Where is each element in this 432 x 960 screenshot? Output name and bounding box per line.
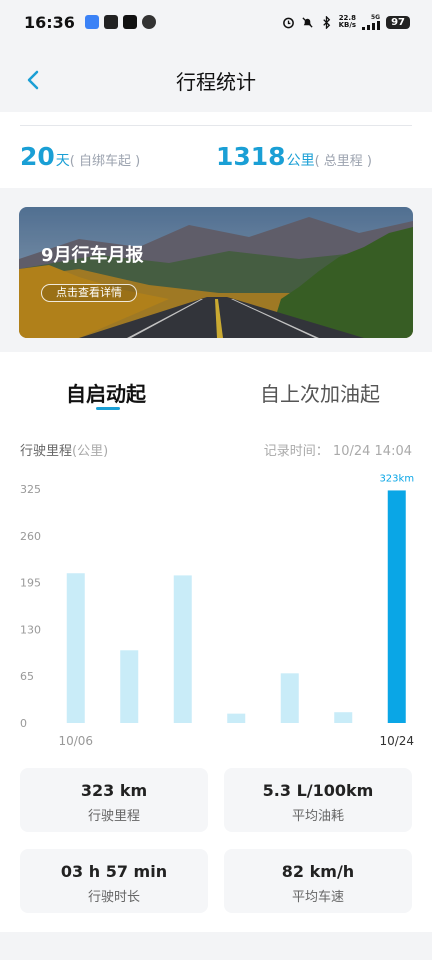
mileage-bar-chart: 0 65 130 195 260 325 323km 10/06 10/24 (20, 473, 414, 748)
metric-card-duration: 03 h 57 min 行驶时长 (20, 849, 208, 913)
battery-indicator: 97 (386, 15, 410, 29)
notes-app-icon (84, 15, 99, 29)
status-right: 22.8 KB/s 5G 97 (282, 14, 410, 30)
distance-note: ( 总里程 ) (314, 154, 373, 169)
bluetooth-icon (322, 15, 330, 29)
gallery-app-icon (103, 15, 118, 29)
distance-unit: 公里 (286, 153, 315, 169)
bar (227, 713, 246, 723)
y-tick-label: 325 (20, 483, 41, 496)
chart-card: 自启动起 自上次加油起 行驶里程(公里) 记录时间： 10/24 14:04 0… (0, 352, 432, 932)
bar (173, 575, 192, 723)
metric-card-fuel: 5.3 L/100km 平均油耗 (224, 768, 412, 832)
page-header: 行程统计 (0, 50, 432, 110)
tiktok-app-icon (122, 15, 137, 29)
divider (20, 125, 412, 126)
status-time: 16:36 (24, 12, 75, 32)
data-label: 323km (379, 473, 414, 484)
signal-group: 5G (362, 14, 381, 30)
chart-label-text: 行驶里程 (20, 444, 73, 459)
chart-unit-note: (公里) (72, 444, 109, 459)
y-tick-label: 0 (20, 717, 27, 730)
bar (120, 650, 139, 723)
page-title: 行程统计 (176, 69, 256, 94)
metric-distance-value: 323 km (80, 781, 148, 800)
mute-bell-icon (301, 16, 313, 28)
days-note: ( 自绑车起 ) (69, 154, 141, 169)
tab-since-refuel[interactable]: 自上次加油起 (260, 378, 380, 407)
x-tick-label: 10/06 (58, 734, 93, 748)
y-tick-label: 130 (20, 623, 41, 636)
view-details-button[interactable]: 点击查看详情 (41, 284, 137, 302)
wechat-app-icon (141, 15, 156, 29)
status-app-icons (84, 15, 156, 29)
metric-duration-value: 03 h 57 min (60, 862, 168, 881)
metric-duration-label: 行驶时长 (87, 890, 140, 905)
network-speed: 22.8 KB/s (338, 14, 357, 29)
y-tick-label: 260 (20, 530, 41, 543)
summary-card: 20 天 ( 自绑车起 ) 1318 公里 ( 总里程 ) (0, 112, 432, 188)
metric-speed-value: 82 km/h (281, 862, 355, 881)
bar (334, 712, 353, 723)
bar-highlight (387, 490, 406, 723)
metric-card-speed: 82 km/h 平均车速 (224, 849, 412, 913)
metric-distance-label: 行驶里程 (87, 809, 140, 824)
banner-title: 9月行车月报 (41, 245, 144, 266)
days-value: 20 (20, 142, 55, 171)
x-tick-label: 10/24 (379, 734, 414, 748)
alarm-icon (282, 17, 294, 28)
banner-landscape-image (19, 207, 413, 338)
tab-since-start[interactable]: 自启动起 (66, 378, 146, 407)
bar (280, 673, 299, 723)
y-tick-label: 195 (20, 577, 41, 590)
metric-speed-label: 平均车速 (291, 890, 344, 905)
days-unit: 天 (55, 153, 70, 169)
signal-icon (362, 20, 381, 30)
record-time: 记录时间： 10/24 14:04 (263, 444, 412, 459)
y-tick-label: 65 (20, 670, 34, 683)
active-tab-indicator (96, 407, 120, 410)
bar (66, 573, 85, 723)
chart-label: 行驶里程(公里) (20, 440, 108, 459)
distance-value: 1318 (216, 142, 286, 171)
metric-card-distance: 323 km 行驶里程 (20, 768, 208, 832)
distance-stat: 1318 公里 ( 总里程 ) (216, 142, 372, 171)
metric-fuel-value: 5.3 L/100km (262, 781, 374, 800)
metric-fuel-label: 平均油耗 (291, 809, 344, 824)
monthly-report-banner[interactable]: 9月行车月报 点击查看详情 (19, 207, 413, 338)
status-bar: 16:36 22.8 KB/s 5G 97 (0, 0, 432, 44)
back-arrow-icon[interactable] (22, 68, 46, 92)
days-stat: 20 天 ( 自绑车起 ) (20, 142, 140, 171)
